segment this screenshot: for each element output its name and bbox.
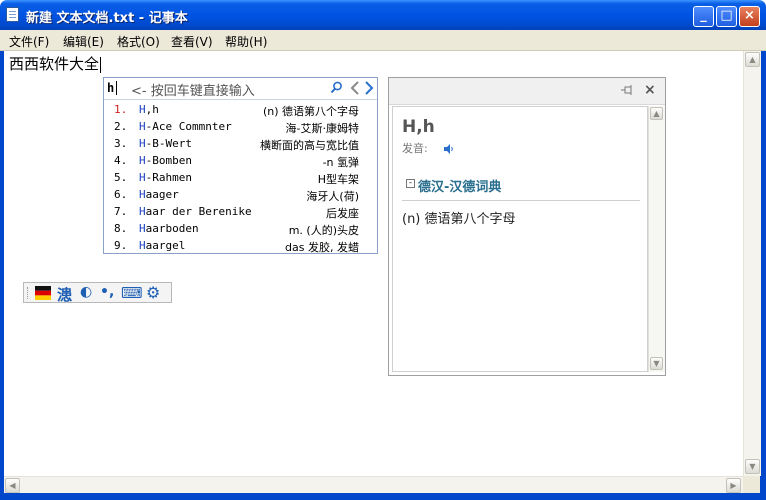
candidate-word: H-B-Wert: [139, 137, 192, 150]
search-icon[interactable]: [330, 81, 344, 95]
headword: H,h: [402, 117, 435, 137]
ime-candidate-3[interactable]: 3. H-B-Wert 横断面的高与宽比值: [104, 135, 377, 152]
menu-file[interactable]: 文件(F): [9, 33, 49, 50]
candidate-definition: das 发胶, 发蜡: [285, 241, 359, 254]
text-caret: [100, 56, 102, 73]
ime-toolbar: 漶 ◐ •, ⌨ ⚙: [23, 282, 172, 305]
menu-format[interactable]: 格式(O): [117, 33, 160, 50]
dictionary-scrollbar[interactable]: ▲ ▼: [648, 106, 665, 372]
candidate-word: H-Rahmen: [139, 171, 192, 184]
candidate-word: Haar der Berenike: [139, 205, 252, 218]
close-button[interactable]: ×: [739, 6, 760, 27]
candidate-definition: 海牙人(荷): [306, 190, 359, 203]
horizontal-scrollbar[interactable]: ◀ ▶: [4, 476, 743, 494]
maximize-button[interactable]: □: [716, 6, 737, 27]
candidate-number: 1.: [114, 103, 128, 116]
collapse-icon[interactable]: -: [406, 179, 415, 188]
scroll-up-button[interactable]: ▲: [745, 52, 760, 67]
candidate-definition: 后发座: [326, 207, 359, 220]
german-flag-icon[interactable]: [35, 286, 51, 300]
pin-icon[interactable]: [621, 84, 635, 99]
candidate-definition: 横断面的高与宽比值: [260, 139, 359, 152]
section-divider: [402, 200, 640, 201]
dictionary-content: H,h 发音: - 德汉-汉德词典 (n) 德语第八个字母: [392, 106, 648, 372]
menu-bar: 文件(F) 编辑(E) 格式(O) 查看(V) 帮助(H): [0, 30, 766, 51]
menu-edit[interactable]: 编辑(E): [63, 33, 104, 50]
ime-candidate-7[interactable]: 7. Haar der Berenike 后发座: [104, 203, 377, 220]
candidate-number: 6.: [114, 188, 128, 201]
candidate-number: 5.: [114, 171, 128, 184]
candidate-definition: -n 氢弹: [322, 156, 359, 169]
dict-scroll-down-button[interactable]: ▼: [650, 357, 663, 370]
ime-candidate-1[interactable]: 1. H,h (n) 德语第八个字母: [104, 101, 377, 118]
candidate-definition: 海-艾斯·康姆特: [285, 122, 359, 135]
editor-content: 西西软件大全: [9, 53, 102, 74]
punctuation-icon[interactable]: •,: [100, 284, 114, 300]
candidate-number: 9.: [114, 239, 128, 252]
close-icon[interactable]: ×: [644, 82, 656, 98]
ime-input-row: h <- 按回车键直接输入: [104, 78, 377, 100]
pronunciation-label: 发音:: [402, 142, 428, 155]
speaker-icon[interactable]: [443, 143, 455, 155]
dictionary-section-title: 德汉-汉德词典: [418, 180, 502, 195]
dictionary-panel: × H,h 发音: - 德汉-汉德词典 (n) 德语第八个字母 ▲ ▼: [388, 77, 666, 376]
candidate-word: H-Ace Commnter: [139, 120, 232, 133]
settings-gear-icon[interactable]: ⚙: [146, 283, 160, 302]
scroll-right-button[interactable]: ▶: [726, 478, 741, 493]
candidate-word: Haarboden: [139, 222, 199, 235]
ime-candidate-9[interactable]: 9. Haargel das 发胶, 发蜡: [104, 237, 377, 254]
window-title: 新建 文本文档.txt - 记事本: [26, 11, 188, 26]
toolbar-grip[interactable]: [27, 287, 30, 299]
candidate-number: 3.: [114, 137, 128, 150]
keyboard-icon[interactable]: ⌨: [121, 284, 143, 302]
candidate-number: 8.: [114, 222, 128, 235]
candidate-definition: H型车架: [317, 173, 359, 186]
dict-scroll-up-button[interactable]: ▲: [650, 107, 663, 120]
title-bar[interactable]: 新建 文本文档.txt - 记事本 _ □ ×: [0, 0, 766, 30]
ime-hint: <- 按回车键直接输入: [131, 84, 255, 99]
ime-candidate-8[interactable]: 8. Haarboden m. (人的)头皮: [104, 220, 377, 237]
candidate-word: Haargel: [139, 239, 186, 252]
editor-text: 西西软件大全: [9, 55, 100, 73]
dictionary-header: ×: [389, 78, 665, 105]
half-width-icon[interactable]: ◐: [80, 284, 92, 300]
ime-candidate-window: h <- 按回车键直接输入 1. H,h (n) 德语第八个字母 2. H-Ac…: [103, 77, 378, 254]
minimize-button[interactable]: _: [693, 6, 714, 27]
candidate-definition: m. (人的)头皮: [288, 224, 359, 237]
ime-candidate-2[interactable]: 2. H-Ace Commnter 海-艾斯·康姆特: [104, 118, 377, 135]
previous-page-icon[interactable]: [350, 80, 362, 96]
candidate-number: 4.: [114, 154, 128, 167]
scrollbar-corner: [743, 476, 760, 493]
scroll-left-button[interactable]: ◀: [5, 478, 20, 493]
candidate-definition: (n) 德语第八个字母: [262, 105, 359, 118]
definition-text: (n) 德语第八个字母: [402, 212, 516, 227]
ime-candidate-4[interactable]: 4. H-Bomben -n 氢弹: [104, 152, 377, 169]
candidate-number: 2.: [114, 120, 128, 133]
ime-typed-text: h: [107, 81, 115, 95]
ime-candidate-6[interactable]: 6. Haager 海牙人(荷): [104, 186, 377, 203]
window-frame-bottom: [0, 493, 766, 500]
chinese-mode-icon[interactable]: 漶: [57, 284, 72, 305]
candidate-word: H-Bomben: [139, 154, 192, 167]
menu-help[interactable]: 帮助(H): [225, 33, 267, 50]
vertical-scrollbar[interactable]: ▲ ▼: [743, 51, 761, 476]
scroll-down-button[interactable]: ▼: [745, 459, 760, 474]
ime-candidate-5[interactable]: 5. H-Rahmen H型车架: [104, 169, 377, 186]
notepad-icon: [6, 7, 19, 22]
candidate-word: H,h: [139, 103, 159, 116]
candidate-word: Haager: [139, 188, 179, 201]
candidate-number: 7.: [114, 205, 128, 218]
ime-caret: [116, 81, 117, 95]
next-page-icon[interactable]: [364, 80, 376, 96]
menu-view[interactable]: 查看(V): [171, 33, 213, 50]
